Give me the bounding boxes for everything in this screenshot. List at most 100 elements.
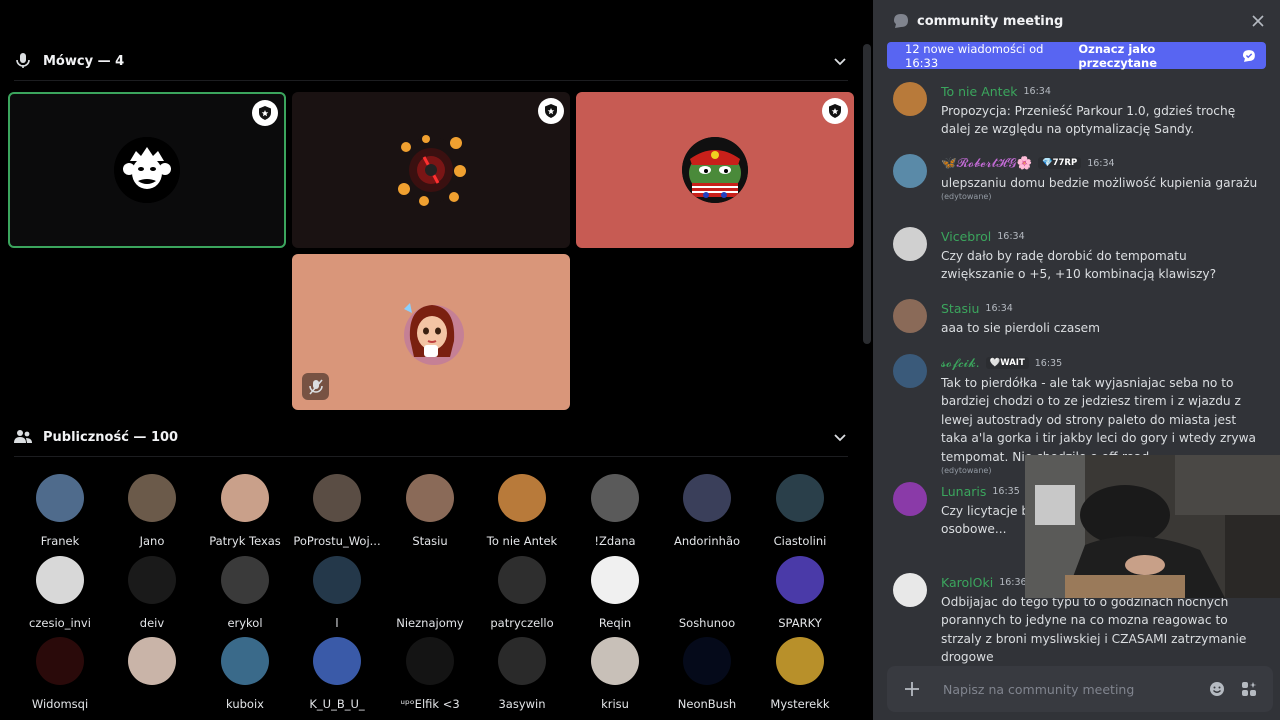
- audience-member[interactable]: Soshunoo: [661, 556, 753, 636]
- audience-member[interactable]: Reqin: [569, 556, 661, 636]
- audience-member-name: PoProstu_Woj...: [293, 534, 381, 548]
- speaker-tile[interactable]: [576, 92, 854, 248]
- avatar: [591, 474, 639, 522]
- message-author[interactable]: 𝓼𝓸𝓯𝓬𝓲𝓴.: [941, 355, 980, 371]
- speaker-tile[interactable]: [8, 92, 286, 248]
- audience-member[interactable]: czesio_invi: [14, 556, 106, 636]
- orbs-avatar: [398, 135, 466, 206]
- apps-icon[interactable]: [1241, 681, 1257, 697]
- audience-member[interactable]: PoProstu_Woj...: [291, 474, 383, 554]
- moderator-shield-icon: [538, 98, 564, 124]
- chat-message[interactable]: Stasiu 16:34 aaa to sie pierdoli czasem: [893, 299, 1258, 337]
- audience-member[interactable]: Franek: [14, 474, 106, 554]
- monkey-avatar: [114, 137, 180, 203]
- close-icon[interactable]: [1250, 13, 1266, 29]
- message-author[interactable]: 🦋𝓡𝓸𝓫𝓮𝓻𝓽𝓗𝓖🌸: [941, 155, 1032, 171]
- message-text: ulepszaniu domu bedzie możliwość kupieni…: [941, 176, 1258, 190]
- avatar: [221, 637, 269, 685]
- audience-member[interactable]: 3asywin: [476, 637, 568, 717]
- webcam-overlay: [1025, 455, 1280, 598]
- avatar[interactable]: [893, 482, 927, 516]
- audience-member-name: Stasiu: [412, 534, 448, 548]
- new-messages-banner[interactable]: 12 nowe wiadomości od 16:33 Oznacz jako …: [887, 42, 1266, 70]
- audience-member[interactable]: NeonBush: [661, 637, 753, 717]
- audience-member-name: Nieznajomy: [396, 616, 464, 630]
- avatar: [128, 637, 176, 685]
- chat-message[interactable]: Vicebrol 16:34 Czy dało by radę dorobić do…: [893, 227, 1258, 284]
- audience-divider: [14, 456, 848, 457]
- message-author[interactable]: Lunaris: [941, 484, 986, 499]
- audience-member[interactable]: krisu: [569, 637, 661, 717]
- audience-member[interactable]: Mysterekk: [754, 637, 846, 717]
- edited-label: (edytowane): [941, 192, 992, 202]
- audience-member-name: Widomsqi: [31, 697, 89, 711]
- audience-member-name: 3asywin: [498, 697, 546, 711]
- audience-member[interactable]: l: [291, 556, 383, 636]
- audience-member[interactable]: patryczello: [476, 556, 568, 636]
- message-author[interactable]: To nie Antek: [941, 84, 1018, 99]
- audience-member[interactable]: kuboix: [199, 637, 291, 717]
- avatar[interactable]: [893, 227, 927, 261]
- stage-scrollbar[interactable]: [863, 44, 871, 344]
- mark-read-icon: [1243, 49, 1256, 62]
- chevron-down-icon[interactable]: [832, 53, 848, 69]
- chat-message[interactable]: 🦋𝓡𝓸𝓫𝓮𝓻𝓽𝓗𝓖🌸 💎77RP 16:34 ulepszaniu domu bedz…: [893, 154, 1258, 201]
- avatar: [36, 474, 84, 522]
- add-attachment-icon[interactable]: [903, 680, 921, 698]
- emoji-icon[interactable]: [1209, 681, 1225, 697]
- audience-member[interactable]: deiv: [106, 556, 198, 636]
- audience-member-name: Reqin: [598, 616, 632, 630]
- message-text: aaa to sie pierdoli czasem: [941, 321, 1101, 335]
- chat-message[interactable]: To nie Antek 16:34 Propozycja: Przenieść P…: [893, 82, 1258, 139]
- message-text: Propozycja: Przenieść Parkour 1.0, gdzie…: [941, 104, 1236, 137]
- composer-placeholder[interactable]: Napisz na community meeting: [943, 682, 1134, 697]
- avatar: [221, 474, 269, 522]
- message-timestamp: 16:36: [999, 576, 1027, 588]
- avatar[interactable]: [893, 82, 927, 116]
- audience-member[interactable]: !Zdana: [569, 474, 661, 554]
- message-author[interactable]: Vicebrol: [941, 229, 991, 244]
- avatar[interactable]: [893, 573, 927, 607]
- girl-avatar: [398, 299, 464, 365]
- audience-member[interactable]: Stasiu: [384, 474, 476, 554]
- audience-member-name: !Zdana: [594, 534, 636, 548]
- audience-member[interactable]: Nieznajomy: [384, 556, 476, 636]
- avatar[interactable]: [893, 354, 927, 388]
- audience-member[interactable]: Jano: [106, 474, 198, 554]
- audience-member[interactable]: To nie Antek: [476, 474, 568, 554]
- mark-as-read-button[interactable]: Oznacz jako przeczytane: [1078, 42, 1256, 70]
- avatar: [36, 556, 84, 604]
- avatar: [406, 474, 454, 522]
- speaker-tile[interactable]: [292, 92, 570, 248]
- audience-member[interactable]: erykol: [199, 556, 291, 636]
- avatar: [406, 637, 454, 685]
- audience-member-name: Jano: [139, 534, 165, 548]
- audience-member-name: deiv: [139, 616, 165, 630]
- speakers-title: Mówcy — 4: [43, 53, 125, 69]
- audience-member[interactable]: ᵘᵖᵒElfik <3: [384, 637, 476, 717]
- avatar: [683, 637, 731, 685]
- audience-member[interactable]: [106, 637, 198, 717]
- audience-member[interactable]: Patryk Texas: [199, 474, 291, 554]
- audience-member[interactable]: Andorinhão: [661, 474, 753, 554]
- audience-title: Publiczność — 100: [43, 429, 179, 445]
- avatar[interactable]: [893, 299, 927, 333]
- speakers-divider: [14, 80, 848, 81]
- avatar[interactable]: [893, 154, 927, 188]
- audience-member[interactable]: Ciastolini: [754, 474, 846, 554]
- audience-member[interactable]: K_U_B_U_: [291, 637, 383, 717]
- message-composer[interactable]: Napisz na community meeting: [887, 666, 1273, 712]
- chevron-down-icon[interactable]: [832, 429, 848, 445]
- audience-member-name: NeonBush: [677, 697, 737, 711]
- audience-member[interactable]: Widomsqi: [14, 637, 106, 717]
- speakers-header[interactable]: Mówcy — 4: [14, 48, 854, 74]
- audience-member-name: krisu: [601, 697, 629, 711]
- speaker-tile[interactable]: [292, 254, 570, 410]
- message-author[interactable]: KarolOki: [941, 575, 993, 590]
- audience-member[interactable]: SPARKY: [754, 556, 846, 636]
- message-timestamp: 16:34: [1023, 85, 1051, 97]
- avatar: [683, 556, 731, 604]
- stage-panel: Mówcy — 4 Publiczność — 100 Franek Jano …: [0, 0, 873, 720]
- audience-header[interactable]: Publiczność — 100: [14, 424, 854, 450]
- message-author[interactable]: Stasiu: [941, 301, 979, 316]
